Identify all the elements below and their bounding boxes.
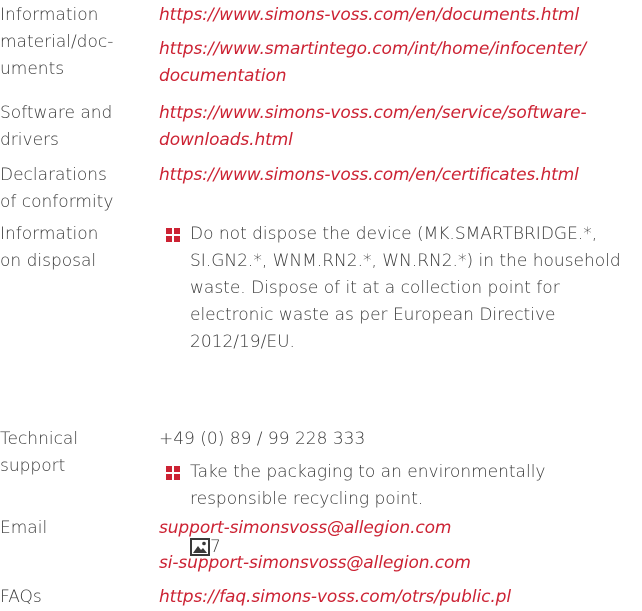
support-phone: +49 (0) 89 / 99 228 333 <box>159 429 366 449</box>
label-software-drivers-line: Software and <box>0 103 113 123</box>
bullet-text-line: 2012/19/EU. <box>190 332 295 352</box>
link-smartintego-infocenter[interactable]: https://www.smartintego.com/int/home/inf… <box>159 36 586 63</box>
link-si-support-email[interactable]: si-support-simonsvoss@allegion.com <box>159 550 471 577</box>
label-declarations-line: Declarations <box>0 165 107 185</box>
bullet-text-line: Do not dispose the device (MK.SMARTBRIDG… <box>190 224 598 244</box>
bullet-text-line: responsible recycling point. <box>190 489 424 509</box>
red-square-bullet-icon <box>166 466 180 480</box>
link-software-downloads-cont[interactable]: downloads.html <box>159 127 293 154</box>
red-square-bullet-icon <box>166 228 180 242</box>
link-documents[interactable]: https://www.simons-voss.com/en/documents… <box>159 2 579 29</box>
bullet-text-line: waste. Dispose of it at a collection poi… <box>190 278 560 298</box>
label-line: Information <box>0 5 99 25</box>
label-line: uments <box>0 59 65 79</box>
bullet-text-line: SI.GN2.*, WNM.RN2.*, WN.RN2.*) in the ho… <box>190 251 621 271</box>
link-smartintego-documentation[interactable]: documentation <box>159 63 287 90</box>
label-line: material/doc- <box>0 32 114 52</box>
label-faqs: FAQs <box>0 587 42 607</box>
label-disposal-line: on disposal <box>0 251 97 271</box>
label-technical-support-line: Technical <box>0 429 79 449</box>
link-certificates[interactable]: https://www.simons-voss.com/en/certifica… <box>159 162 579 189</box>
label-disposal-line: Information <box>0 224 99 244</box>
label-software-drivers-line: drivers <box>0 130 59 150</box>
bullet-text-line: electronic waste as per European Directi… <box>190 305 556 325</box>
bullet-text-line: Take the packaging to an environmentally <box>190 462 546 482</box>
label-declarations-line: of conformity <box>0 192 114 212</box>
link-software-downloads[interactable]: https://www.simons-voss.com/en/service/s… <box>159 100 587 127</box>
link-faq[interactable]: https://faq.simons-voss.com/otrs/public.… <box>159 584 511 611</box>
label-email: Email <box>0 518 48 538</box>
label-technical-support-line: support <box>0 456 66 476</box>
link-support-email[interactable]: support-simonsvoss@allegion.com <box>159 515 451 542</box>
